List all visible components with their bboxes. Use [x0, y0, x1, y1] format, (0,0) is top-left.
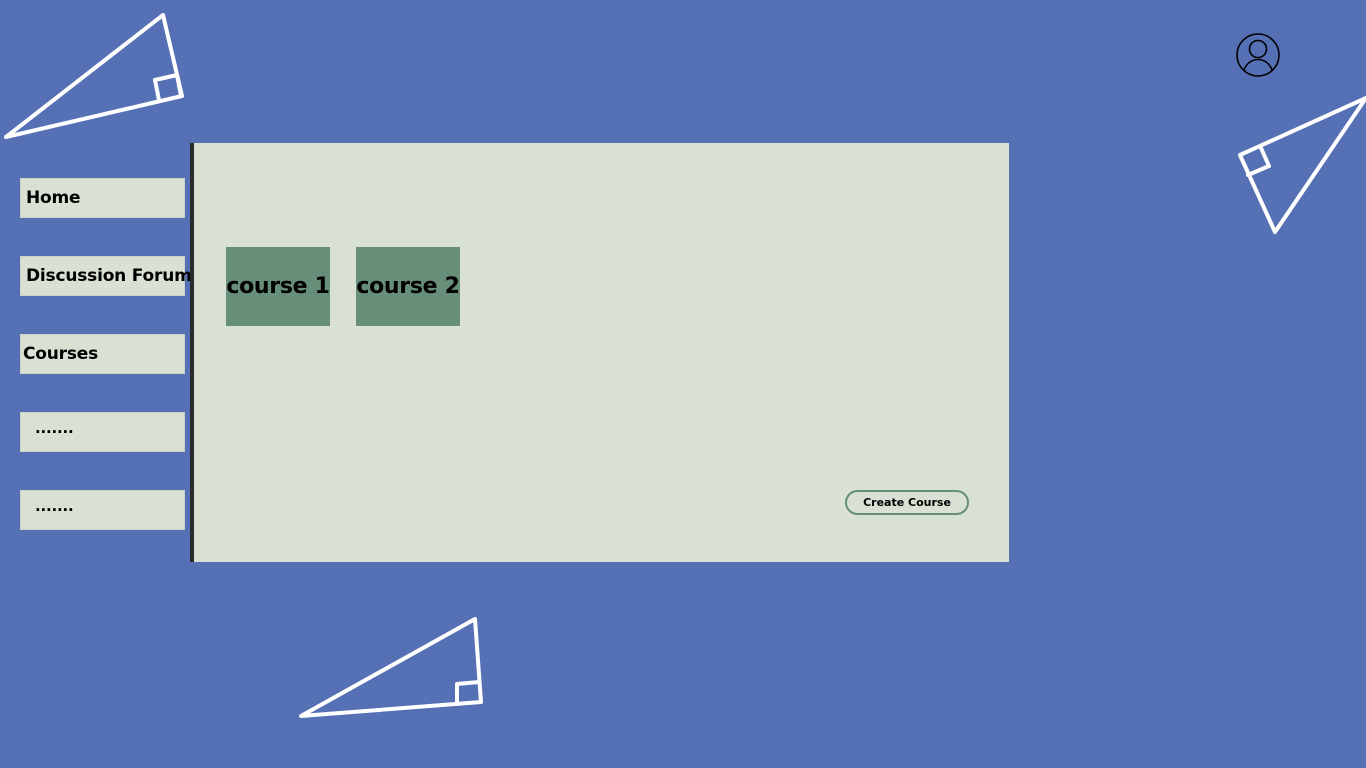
course-card-1[interactable]: course 1: [226, 247, 330, 326]
course-card-label: course 2: [356, 274, 460, 299]
course-card-2[interactable]: course 2: [356, 247, 460, 326]
sidebar-item-courses[interactable]: Courses: [20, 334, 185, 374]
sidebar-item-placeholder-1[interactable]: ·······: [20, 412, 185, 452]
triangle-ruler-icon: [1238, 96, 1366, 234]
main-panel: course 1 course 2 Create Course: [190, 143, 1009, 562]
sidebar-item-label: ·······: [35, 501, 74, 519]
profile-button[interactable]: [1235, 32, 1281, 78]
course-card-label: course 1: [226, 274, 330, 299]
create-course-button[interactable]: Create Course: [845, 490, 969, 515]
sidebar-item-label: Discussion Forum: [26, 266, 192, 286]
triangle-ruler-icon: [299, 617, 483, 718]
sidebar-item-placeholder-2[interactable]: ·······: [20, 490, 185, 530]
sidebar-item-discussion-forum[interactable]: Discussion Forum: [20, 256, 192, 296]
sidebar-item-home[interactable]: Home: [20, 178, 185, 218]
user-circle-icon: [1236, 33, 1280, 77]
sidebar-item-label: Home: [26, 188, 81, 208]
sidebar-item-label: Courses: [23, 344, 99, 364]
sidebar-item-label: ·······: [35, 423, 74, 441]
create-course-label: Create Course: [863, 496, 951, 509]
triangle-ruler-icon: [4, 13, 184, 139]
